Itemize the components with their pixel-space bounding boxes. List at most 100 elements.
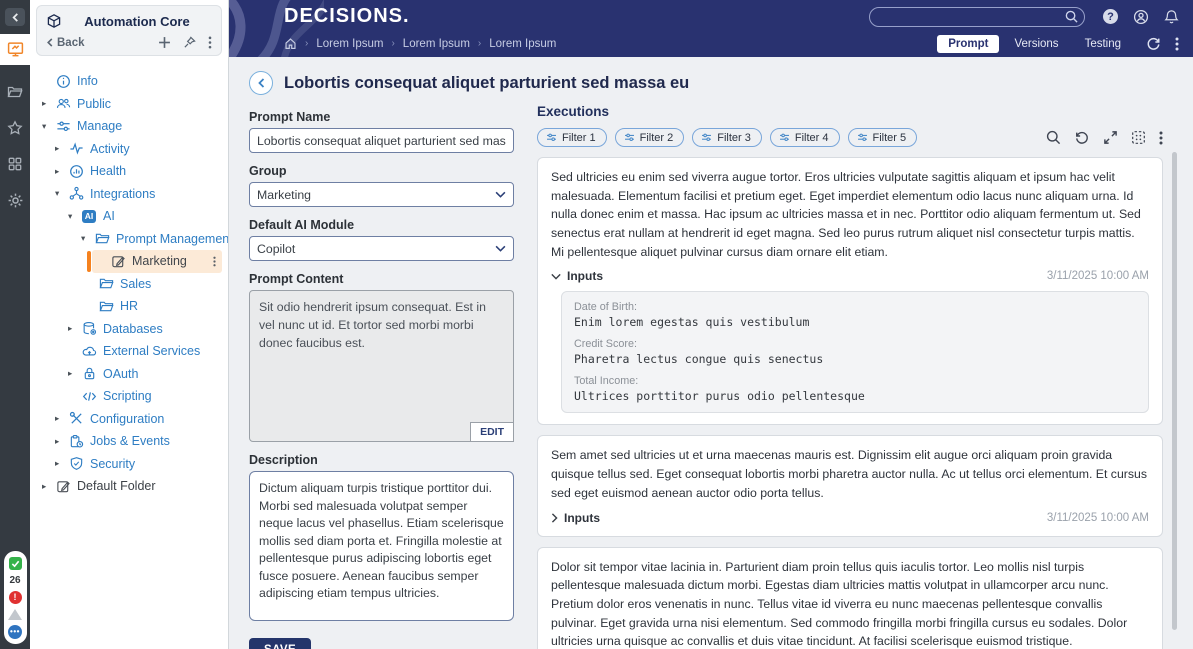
default-ai-module-select[interactable]: Copilot: [249, 236, 514, 261]
expand-arrow[interactable]: ▸: [68, 368, 81, 379]
add-icon[interactable]: [158, 36, 171, 49]
select-region-icon[interactable]: [1131, 130, 1146, 145]
collapse-panel-button[interactable]: [5, 8, 25, 26]
filter-chip-1[interactable]: Filter 1: [537, 128, 607, 147]
rail-item-settings[interactable]: [0, 185, 30, 216]
tasks-done-icon[interactable]: [8, 557, 22, 570]
expand-arrow[interactable]: ▸: [42, 98, 55, 109]
breadcrumb-item[interactable]: Lorem Ipsum: [489, 38, 556, 50]
expand-arrow[interactable]: ▸: [55, 436, 68, 447]
collapse-arrow[interactable]: ▾: [42, 121, 55, 132]
expand-arrow[interactable]: ▸: [55, 413, 68, 424]
sidebar-item-configuration[interactable]: ▸ Configuration: [30, 408, 228, 431]
kebab-menu-icon[interactable]: [1159, 131, 1163, 145]
expand-arrow[interactable]: ▸: [42, 481, 55, 492]
prompt-name-input[interactable]: [249, 128, 514, 153]
sidebar-item-marketing[interactable]: Marketing: [87, 250, 222, 273]
collapse-arrow[interactable]: ▾: [55, 188, 68, 199]
rail-item-favorites[interactable]: [0, 113, 30, 143]
global-search-input[interactable]: [869, 6, 1085, 27]
sidebar-item-oauth[interactable]: ▸ OAuth: [30, 363, 228, 386]
sidebar-item-public[interactable]: ▸ Public: [30, 93, 228, 116]
filter-chip-3[interactable]: Filter 3: [692, 128, 762, 147]
error-badge-icon[interactable]: !: [8, 591, 22, 604]
chevron-down-icon[interactable]: [551, 273, 561, 280]
sidebar-item-prompt-management[interactable]: ▾ Prompt Management: [30, 228, 228, 251]
execution-card[interactable]: Dolor sit tempor vitae lacinia in. Partu…: [537, 546, 1163, 649]
home-icon[interactable]: [284, 37, 297, 50]
activity-pulse-icon: [68, 141, 84, 156]
prompt-content-box: Sit odio hendrerit ipsum consequat. Est …: [249, 290, 514, 442]
sidebar-item-security[interactable]: ▸ Security: [30, 453, 228, 476]
rail-item-folders[interactable]: [0, 77, 30, 107]
app-logo: DECISIONS.: [284, 5, 410, 27]
item-menu-icon[interactable]: [213, 256, 216, 267]
breadcrumb-item[interactable]: Lorem Ipsum: [403, 38, 470, 50]
expand-arrow[interactable]: ▸: [55, 166, 68, 177]
sidebar-item-manage[interactable]: ▾ Manage: [30, 115, 228, 138]
executions-scrollbar[interactable]: [1172, 152, 1177, 645]
sidebar-item-scripting[interactable]: Scripting: [30, 385, 228, 408]
filter-chip-2[interactable]: Filter 2: [614, 128, 685, 147]
sidebar-item-info[interactable]: Info: [30, 70, 228, 93]
chevron-left-icon: [11, 12, 18, 22]
edit-button[interactable]: EDIT: [470, 422, 514, 442]
tab-testing[interactable]: Testing: [1074, 35, 1132, 53]
notifications-bell-icon[interactable]: [1164, 9, 1179, 25]
sidebar-item-hr[interactable]: HR: [30, 295, 228, 318]
sidebar-item-activity[interactable]: ▸ Activity: [30, 138, 228, 161]
pencil-square-icon: [55, 479, 71, 494]
kebab-menu-icon[interactable]: [1175, 37, 1179, 51]
expand-icon[interactable]: [1103, 130, 1118, 145]
inputs-toggle[interactable]: Inputs: [567, 269, 603, 283]
breadcrumb-item[interactable]: Lorem Ipsum: [316, 38, 383, 50]
sidebar-item-health[interactable]: ▸ Health: [30, 160, 228, 183]
collapse-arrow[interactable]: ▾: [81, 233, 94, 244]
expand-arrow[interactable]: ▸: [68, 323, 81, 334]
sidebar-item-external-services[interactable]: External Services: [30, 340, 228, 363]
description-textarea[interactable]: Dictum aliquam turpis tristique porttito…: [249, 471, 514, 621]
check-icon: [11, 560, 19, 568]
tab-versions[interactable]: Versions: [1003, 35, 1069, 53]
scrollbar-thumb[interactable]: [1172, 152, 1177, 631]
kebab-menu-icon[interactable]: [208, 36, 212, 49]
rail-item-studio[interactable]: [0, 34, 30, 65]
save-button[interactable]: SAVE: [249, 638, 312, 649]
filter-chip-4[interactable]: Filter 4: [769, 128, 840, 147]
breadcrumb-separator: ›: [477, 38, 482, 49]
back-link[interactable]: Back: [46, 37, 85, 49]
timestamp: 3/11/2025 10:00 AM: [1046, 511, 1149, 524]
collapse-arrow[interactable]: ▾: [68, 211, 81, 222]
help-icon[interactable]: ?: [1103, 9, 1118, 24]
pencil-square-icon: [110, 254, 126, 269]
execution-card[interactable]: Sed ultricies eu enim sed viverra augue …: [537, 157, 1163, 426]
chat-icon[interactable]: •••: [8, 625, 22, 639]
search-icon[interactable]: [1046, 130, 1061, 145]
input-value: Pharetra lectus congue quis senectus: [574, 352, 824, 367]
sidebar-item-default-folder[interactable]: ▸ Default Folder: [30, 475, 228, 498]
sidebar-item-ai[interactable]: ▾ AI AI: [30, 205, 228, 228]
filter-icon: [547, 133, 556, 142]
group-select[interactable]: Marketing: [249, 182, 514, 207]
gear-icon: [8, 193, 22, 208]
sidebar-item-sales[interactable]: Sales: [30, 273, 228, 296]
ai-badge-icon: AI: [81, 210, 97, 223]
sidebar-item-integrations[interactable]: ▾ Integrations: [30, 183, 228, 206]
sidebar-item-databases[interactable]: ▸ Databases: [30, 318, 228, 341]
expand-arrow[interactable]: ▸: [55, 143, 68, 154]
rail-item-apps[interactable]: [0, 149, 30, 179]
page-back-button[interactable]: [249, 71, 273, 95]
warning-triangle-icon[interactable]: [8, 609, 22, 620]
filter-chip-5[interactable]: Filter 5: [847, 128, 918, 147]
sidebar-item-jobs-events[interactable]: ▸ Jobs & Events: [30, 430, 228, 453]
pin-icon[interactable]: [183, 36, 196, 49]
filter-icon: [779, 133, 789, 142]
execution-card[interactable]: Sem amet sed ultricies ut et urna maecen…: [537, 435, 1163, 537]
chevron-right-icon[interactable]: [551, 512, 558, 523]
account-icon[interactable]: [1133, 9, 1149, 25]
inputs-toggle[interactable]: Inputs: [564, 511, 600, 525]
tab-prompt[interactable]: Prompt: [937, 34, 1000, 53]
expand-arrow[interactable]: ▸: [55, 458, 68, 469]
refresh-icon[interactable]: [1146, 36, 1161, 51]
history-icon[interactable]: [1074, 130, 1090, 145]
